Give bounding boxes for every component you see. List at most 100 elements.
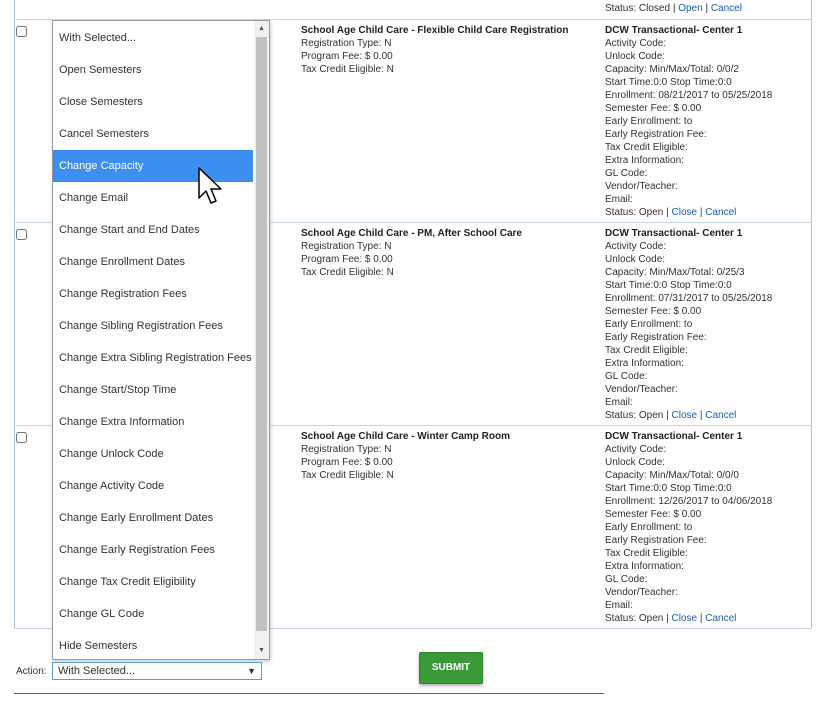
activity-code: Activity Code:	[605, 241, 667, 252]
dropdown-option[interactable]: Change Early Registration Fees	[53, 534, 253, 566]
cancel-link[interactable]: Cancel	[705, 207, 736, 218]
dropdown-option[interactable]: Change Registration Fees	[53, 278, 253, 310]
dropdown-option[interactable]: Change GL Code	[53, 598, 253, 630]
extra-information: Extra Information:	[605, 561, 684, 572]
action-dropdown-list[interactable]: With Selected... Open Semesters Close Se…	[52, 20, 270, 660]
dropdown-option[interactable]: Open Semesters	[53, 54, 253, 86]
close-link[interactable]: Close	[672, 207, 698, 218]
center-name: DCW Transactional- Center 1	[605, 25, 743, 36]
registration-type: Registration Type: N	[301, 38, 392, 49]
program-summary: School Age Child Care - Winter Camp Room…	[301, 430, 510, 482]
semester-fee: Semester Fee: $ 0.00	[605, 509, 702, 520]
semester-details: DCW Transactional- Center 1 Activity Cod…	[605, 24, 772, 219]
dropdown-option[interactable]: Close Semesters	[53, 86, 253, 118]
registration-type: Registration Type: N	[301, 444, 392, 455]
early-enrollment: Early Enrollment: to	[605, 319, 693, 330]
close-link[interactable]: Close	[672, 410, 698, 421]
semester-fee: Semester Fee: $ 0.00	[605, 103, 702, 114]
row-checkbox[interactable]	[16, 26, 27, 37]
row-checkbox[interactable]	[16, 229, 27, 240]
early-registration-fee: Early Registration Fee:	[605, 535, 707, 546]
program-fee: Program Fee: $ 0.00	[301, 457, 393, 468]
unlock-code: Unlock Code:	[605, 51, 666, 62]
registration-type: Registration Type: N	[301, 241, 392, 252]
tax-credit-eligible: Tax Credit Eligible:	[605, 548, 688, 559]
dropdown-option[interactable]: Change Enrollment Dates	[53, 246, 253, 278]
email: Email:	[605, 600, 633, 611]
dropdown-option[interactable]: Change Sibling Registration Fees	[53, 310, 253, 342]
dropdown-option[interactable]: Change Start and End Dates	[53, 214, 253, 246]
dropdown-option[interactable]: Change Tax Credit Eligibility	[53, 566, 253, 598]
enrollment-dates: Enrollment: 07/31/2017 to 05/25/2018	[605, 293, 773, 304]
vendor-teacher: Vendor/Teacher:	[605, 587, 678, 598]
cancel-link[interactable]: Cancel	[711, 3, 742, 14]
dropdown-option[interactable]: Change Start/Stop Time	[53, 374, 253, 406]
email: Email:	[605, 397, 633, 408]
enrollment-dates: Enrollment: 12/26/2017 to 04/06/2018	[605, 496, 773, 507]
table-right-border	[811, 0, 812, 628]
triangle-down-icon: ▼	[247, 666, 256, 676]
link-separator: |	[702, 3, 711, 14]
capacity: Capacity: Min/Max/Total: 0/25/3	[605, 267, 745, 278]
extra-information: Extra Information:	[605, 358, 684, 369]
dropdown-option[interactable]: Change Extra Sibling Registration Fees	[53, 342, 253, 374]
program-summary: School Age Child Care - Flexible Child C…	[301, 24, 568, 76]
early-enrollment: Early Enrollment: to	[605, 522, 693, 533]
early-enrollment: Early Enrollment: to	[605, 116, 693, 127]
action-label: Action:	[16, 666, 47, 677]
form-bottom-border	[14, 693, 604, 694]
center-name: DCW Transactional- Center 1	[605, 228, 743, 239]
scroll-down-icon[interactable]: ▼	[254, 644, 269, 658]
dropdown-option[interactable]: Hide Semesters	[53, 630, 253, 659]
previous-row-status: Status: Closed | Open | Cancel	[605, 3, 742, 15]
dropdown-option[interactable]: Change Activity Code	[53, 470, 253, 502]
activity-code: Activity Code:	[605, 38, 667, 49]
close-link[interactable]: Close	[672, 613, 698, 624]
start-stop-time: Start Time:0:0 Stop Time:0:0	[605, 280, 732, 291]
semester-details: DCW Transactional- Center 1 Activity Cod…	[605, 227, 772, 422]
activity-code: Activity Code:	[605, 444, 667, 455]
program-title: School Age Child Care - Flexible Child C…	[301, 25, 569, 36]
open-link[interactable]: Open	[678, 3, 702, 14]
semester-fee: Semester Fee: $ 0.00	[605, 306, 702, 317]
status-text: Status: Open |	[605, 410, 672, 421]
dropdown-option[interactable]: Change Early Enrollment Dates	[53, 502, 253, 534]
program-title: School Age Child Care - PM, After School…	[301, 228, 522, 239]
unlock-code: Unlock Code:	[605, 254, 666, 265]
semester-details: DCW Transactional- Center 1 Activity Cod…	[605, 430, 772, 625]
row-checkbox[interactable]	[16, 432, 27, 443]
tax-credit-eligible: Tax Credit Eligible:	[605, 142, 688, 153]
tax-credit: Tax Credit Eligible: N	[301, 470, 394, 481]
email: Email:	[605, 194, 633, 205]
tax-credit-eligible: Tax Credit Eligible:	[605, 345, 688, 356]
status-text: Status: Closed |	[605, 3, 679, 14]
dropdown-option[interactable]: Change Unlock Code	[53, 438, 253, 470]
cancel-link[interactable]: Cancel	[705, 410, 736, 421]
early-registration-fee: Early Registration Fee:	[605, 129, 707, 140]
start-stop-time: Start Time:0:0 Stop Time:0:0	[605, 483, 732, 494]
gl-code: GL Code:	[605, 168, 648, 179]
program-summary: School Age Child Care - PM, After School…	[301, 227, 522, 279]
scroll-up-icon[interactable]: ▲	[254, 22, 269, 36]
mouse-pointer-icon	[198, 167, 222, 204]
tax-credit: Tax Credit Eligible: N	[301, 267, 394, 278]
gl-code: GL Code:	[605, 371, 648, 382]
scrollbar-thumb[interactable]	[256, 37, 267, 631]
action-select[interactable]: With Selected... ▼	[52, 662, 262, 680]
submit-button[interactable]: SUBMIT	[419, 652, 483, 684]
status-line: Status: Open | Close | Cancel	[605, 409, 772, 422]
extra-information: Extra Information:	[605, 155, 684, 166]
unlock-code: Unlock Code:	[605, 457, 666, 468]
gl-code: GL Code:	[605, 574, 648, 585]
dropdown-option[interactable]: Cancel Semesters	[53, 118, 253, 150]
vendor-teacher: Vendor/Teacher:	[605, 181, 678, 192]
status-line: Status: Open | Close | Cancel	[605, 612, 772, 625]
program-title: School Age Child Care - Winter Camp Room	[301, 431, 510, 442]
dropdown-option[interactable]: Change Extra Information	[53, 406, 253, 438]
vendor-teacher: Vendor/Teacher:	[605, 384, 678, 395]
table-left-border	[14, 0, 15, 628]
dropdown-option[interactable]: With Selected...	[53, 22, 253, 54]
cancel-link[interactable]: Cancel	[705, 613, 736, 624]
start-stop-time: Start Time:0:0 Stop Time:0:0	[605, 77, 732, 88]
program-fee: Program Fee: $ 0.00	[301, 51, 393, 62]
